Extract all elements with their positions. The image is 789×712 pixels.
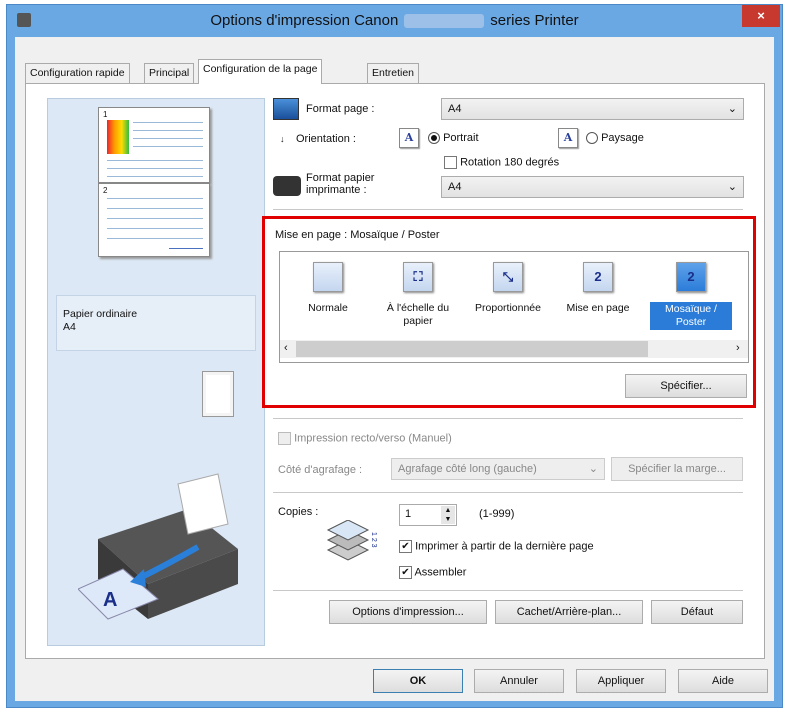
- chevron-down-icon: ⌄: [727, 103, 737, 115]
- landscape-radio[interactable]: Paysage: [586, 132, 644, 145]
- close-button[interactable]: ×: [742, 5, 780, 27]
- layout-item-fit-to-page[interactable]: ⛶ À l'échelle du papier: [374, 262, 462, 328]
- stamp-background-button[interactable]: Cachet/Arrière-plan...: [495, 600, 643, 624]
- preview-pane: 1 2 Papier ordinaire A4 A: [47, 98, 265, 646]
- print-options-button[interactable]: Options d'impression...: [329, 600, 487, 624]
- layout-item-page-layout[interactable]: 2 Mise en page: [554, 262, 642, 315]
- tab-maintenance[interactable]: Entretien: [367, 63, 420, 83]
- tab-quick-setup[interactable]: Configuration rapide: [25, 63, 130, 83]
- preview-page-1: 1: [98, 107, 210, 183]
- chevron-down-icon: ⌄: [727, 181, 737, 193]
- scroll-right-icon[interactable]: ›: [736, 342, 740, 354]
- normal-layout-icon: [313, 262, 343, 292]
- layout-item-normal[interactable]: Normale: [284, 262, 372, 315]
- apply-button[interactable]: Appliquer: [576, 669, 666, 693]
- staple-side-select[interactable]: Agrafage côté long (gauche) ⌄: [391, 458, 605, 480]
- help-button[interactable]: Aide: [678, 669, 768, 693]
- layout-item-poster[interactable]: 2 Mosaïque / Poster: [650, 262, 732, 330]
- svg-text:A: A: [103, 589, 117, 611]
- staple-label: Côté d'agrafage :: [278, 464, 363, 476]
- chevron-down-icon: ⌄: [588, 463, 598, 475]
- dialog-client: Configuration rapide Principal Configura…: [15, 37, 774, 701]
- page-layout-icon: 2: [583, 262, 613, 292]
- specify-margin-button[interactable]: Spécifier la marge...: [611, 457, 743, 481]
- page-size-label: Format page :: [306, 103, 375, 115]
- specify-button[interactable]: Spécifier...: [625, 374, 747, 398]
- printer-paper-icon: [273, 176, 301, 196]
- copies-range: (1-999): [479, 508, 515, 520]
- landscape-icon: A: [558, 128, 578, 148]
- copies-input[interactable]: 1 ▲ ▼: [399, 504, 457, 526]
- svg-text:1 2 3: 1 2 3: [370, 532, 377, 548]
- tab-main[interactable]: Principal: [144, 63, 195, 83]
- duplex-checkbox[interactable]: Impression recto/verso (Manuel): [278, 432, 452, 445]
- page-size-icon: [273, 98, 299, 120]
- tab-page-setup[interactable]: Configuration de la page: [198, 59, 323, 84]
- collate-checkbox[interactable]: ✔ Assembler: [399, 566, 466, 579]
- orientation-arrow-icon: ↓: [280, 134, 285, 144]
- scrollbar-thumb[interactable]: [296, 341, 648, 357]
- ok-button[interactable]: OK: [373, 669, 463, 693]
- orientation-label: Orientation :: [296, 133, 356, 145]
- reverse-order-checkbox[interactable]: ✔ Imprimer à partir de la dernière page: [399, 540, 594, 553]
- fit-to-page-icon: ⛶: [403, 262, 433, 292]
- printer-paper-label: Format papier imprimante :: [306, 172, 375, 196]
- page-setup-panel: 1 2 Papier ordinaire A4 A Format page : A…: [25, 83, 765, 659]
- copies-label: Copies :: [278, 506, 319, 518]
- portrait-radio[interactable]: Portrait: [428, 132, 479, 145]
- poster-icon: 2: [676, 262, 706, 292]
- paper-orientation-icon: [202, 371, 234, 417]
- defaults-button[interactable]: Défaut: [651, 600, 743, 624]
- spinner-icon[interactable]: ▲ ▼: [441, 506, 455, 524]
- portrait-icon: A: [399, 128, 419, 148]
- page-size-select[interactable]: A4 ⌄: [441, 98, 744, 120]
- scaled-icon: ⤡: [493, 262, 523, 292]
- layout-item-scaled[interactable]: ⤡ Proportionnée: [464, 262, 552, 315]
- paper-info: Papier ordinaire A4: [56, 295, 256, 351]
- scroll-left-icon[interactable]: ‹: [284, 342, 288, 354]
- printer-illustration: A: [78, 473, 238, 620]
- rotation-checkbox[interactable]: Rotation 180 degrés: [444, 156, 559, 169]
- printer-paper-select[interactable]: A4 ⌄: [441, 176, 744, 198]
- layout-listview: Normale ⛶ À l'échelle du papier ⤡ Proporti…: [279, 251, 749, 363]
- horizontal-scrollbar[interactable]: ‹ ›: [280, 340, 748, 358]
- cancel-button[interactable]: Annuler: [474, 669, 564, 693]
- layout-label: Mise en page : Mosaïque / Poster: [275, 229, 440, 241]
- window-title: Options d'impression Canon series Printer: [210, 12, 579, 29]
- preview-page-2: 2: [98, 183, 210, 257]
- dialog-window: Options d'impression Canon series Printer…: [6, 4, 783, 708]
- layout-highlight-box: Mise en page : Mosaïque / Poster Normale…: [262, 216, 756, 408]
- copies-stack-icon: 1 2 3: [326, 520, 377, 561]
